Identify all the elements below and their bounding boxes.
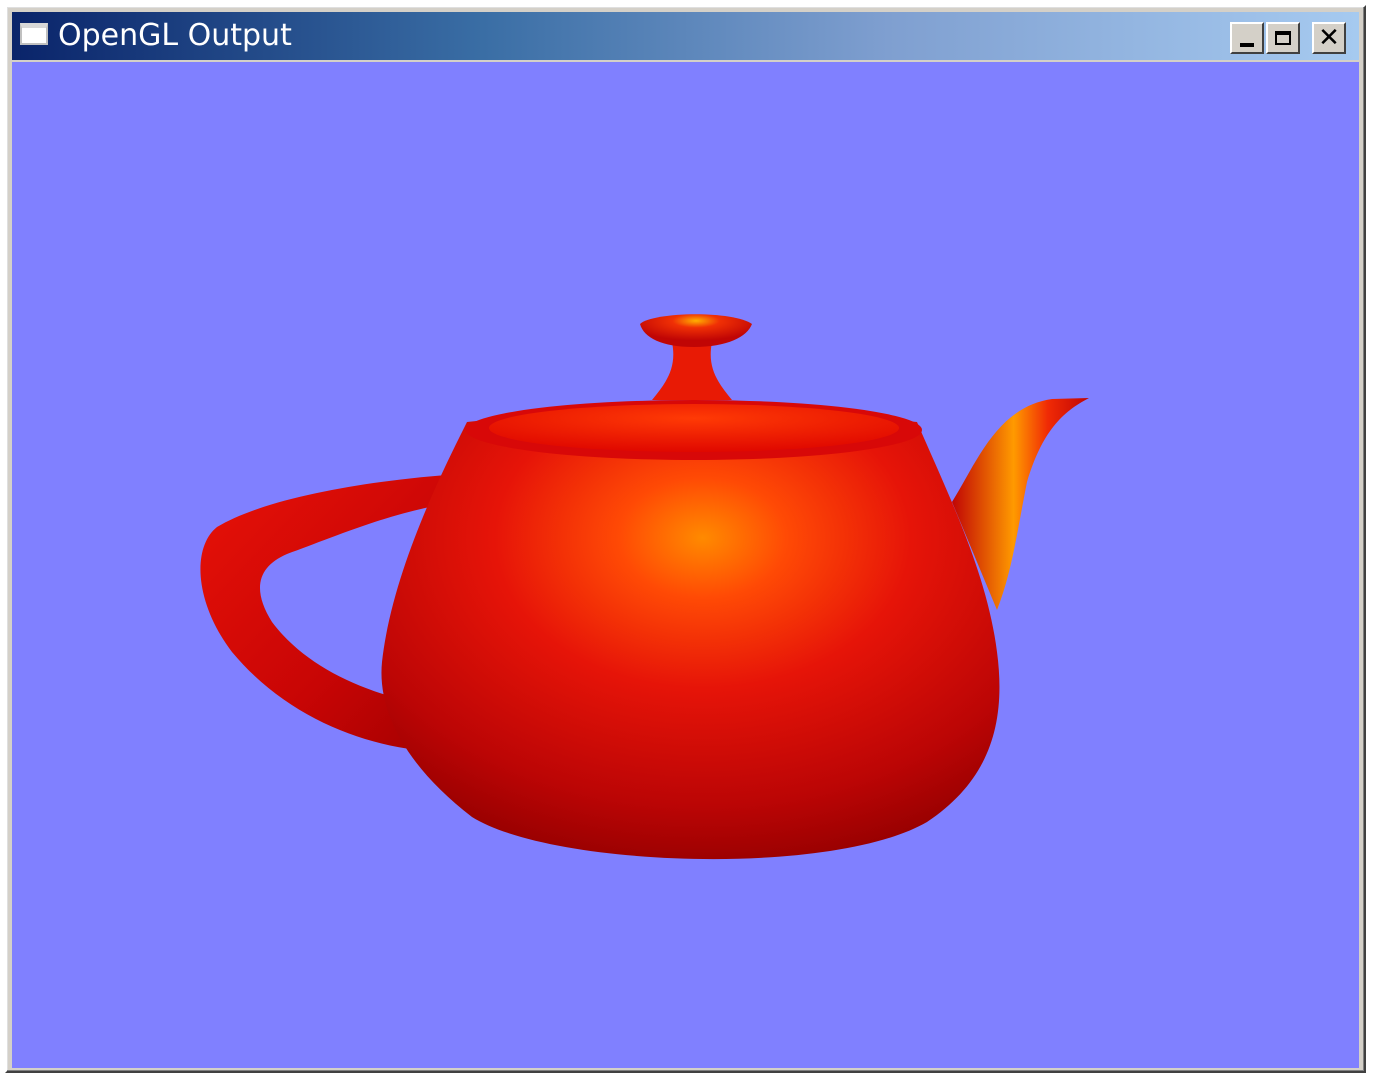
teapot-knob	[640, 314, 752, 347]
close-icon: ✕	[1318, 23, 1340, 53]
teapot-render	[200, 314, 1089, 860]
opengl-output-window: OpenGL Output ✕	[5, 5, 1366, 1073]
minimize-icon	[1240, 43, 1254, 47]
window-title: OpenGL Output	[58, 18, 292, 53]
teapot-knob-neck	[652, 342, 732, 400]
teapot-lid	[489, 404, 899, 452]
maximize-button[interactable]	[1266, 22, 1300, 54]
title-bar[interactable]: OpenGL Output ✕	[12, 12, 1359, 60]
window-icon[interactable]	[20, 23, 48, 45]
teapot-body	[381, 413, 1000, 860]
maximize-icon	[1275, 31, 1291, 45]
close-button[interactable]: ✕	[1312, 22, 1346, 54]
opengl-viewport[interactable]	[12, 62, 1359, 1068]
minimize-button[interactable]	[1230, 22, 1264, 54]
